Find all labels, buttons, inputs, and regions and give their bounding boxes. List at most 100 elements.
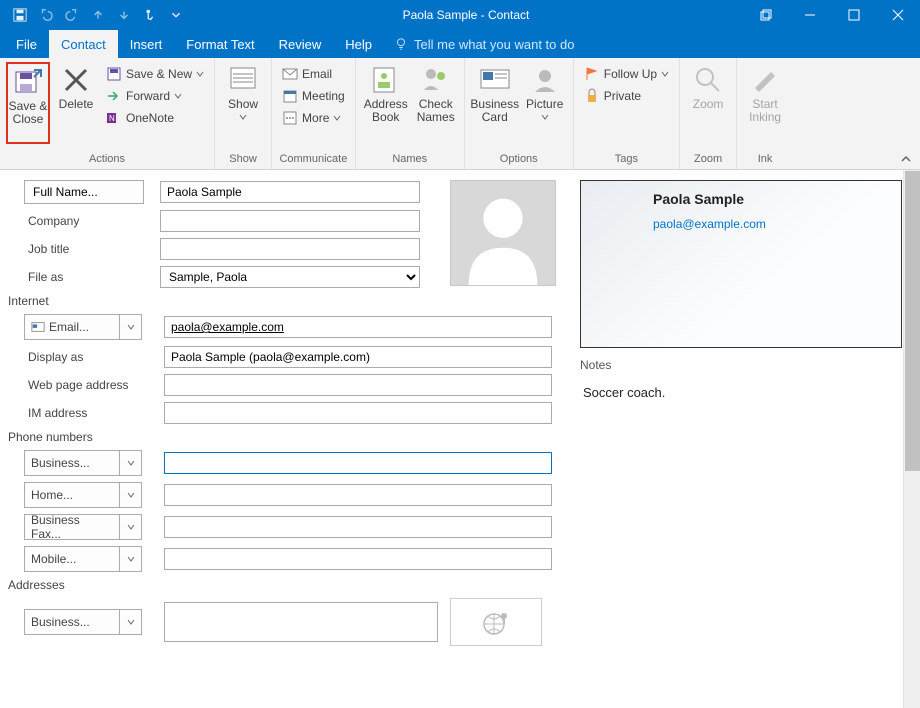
ribbon-tabs: File Contact Insert Format Text Review H… bbox=[0, 30, 920, 58]
window-title: Paola Sample - Contact bbox=[188, 8, 744, 22]
contact-photo[interactable] bbox=[450, 180, 556, 286]
email-type-button[interactable]: Email... bbox=[24, 314, 120, 340]
tab-review[interactable]: Review bbox=[267, 30, 334, 58]
group-actions: Save & Close Delete Save & New Forward bbox=[0, 58, 215, 169]
phone-fax-dropdown[interactable] bbox=[120, 514, 142, 540]
onenote-button[interactable]: N OneNote bbox=[102, 108, 208, 128]
ink-icon bbox=[749, 64, 781, 96]
zoom-icon bbox=[692, 64, 724, 96]
collapse-ribbon-button[interactable] bbox=[900, 153, 912, 165]
vertical-scrollbar[interactable] bbox=[903, 170, 920, 708]
quick-access-toolbar bbox=[0, 3, 188, 27]
email-type-dropdown[interactable] bbox=[120, 314, 142, 340]
lock-icon bbox=[584, 88, 600, 104]
group-ink: Start Inking Ink bbox=[737, 58, 793, 169]
minimize-button[interactable] bbox=[788, 0, 832, 30]
web-page-label: Web page address bbox=[4, 378, 144, 392]
follow-up-button[interactable]: Follow Up bbox=[580, 64, 673, 84]
tab-insert[interactable]: Insert bbox=[118, 30, 175, 58]
phone-fax-button[interactable]: Business Fax... bbox=[24, 514, 120, 540]
popout-button[interactable] bbox=[744, 0, 788, 30]
full-name-input[interactable] bbox=[160, 181, 420, 203]
phone-home-button[interactable]: Home... bbox=[24, 482, 120, 508]
meeting-icon bbox=[282, 88, 298, 104]
tab-file[interactable]: File bbox=[4, 30, 49, 58]
address-business-button[interactable]: Business... bbox=[24, 609, 120, 635]
phone-business-button[interactable]: Business... bbox=[24, 450, 120, 476]
chevron-down-icon bbox=[127, 555, 135, 563]
business-card-button[interactable]: Business Card bbox=[471, 62, 519, 144]
web-page-input[interactable] bbox=[164, 374, 552, 396]
save-and-close-button[interactable]: Save & Close bbox=[6, 62, 50, 144]
save-icon-button[interactable] bbox=[8, 3, 32, 27]
tab-help[interactable]: Help bbox=[333, 30, 384, 58]
more-button[interactable]: More bbox=[278, 108, 349, 128]
tell-me-label: Tell me what you want to do bbox=[414, 37, 574, 52]
job-title-input[interactable] bbox=[160, 238, 420, 260]
map-button[interactable] bbox=[450, 598, 542, 646]
private-button[interactable]: Private bbox=[580, 86, 673, 106]
tab-format-text[interactable]: Format Text bbox=[174, 30, 266, 58]
address-book-button[interactable]: Address Book bbox=[362, 62, 410, 144]
email-input[interactable] bbox=[164, 316, 552, 338]
close-icon bbox=[892, 9, 904, 21]
touch-icon bbox=[143, 8, 157, 22]
address-business-input[interactable] bbox=[164, 602, 438, 642]
window-controls bbox=[744, 0, 920, 30]
phone-business-input[interactable] bbox=[164, 452, 552, 474]
file-as-select[interactable]: Sample, Paola bbox=[160, 266, 420, 288]
business-card-preview[interactable]: Paola Sample paola@example.com bbox=[580, 180, 902, 348]
phone-business-dropdown[interactable] bbox=[120, 450, 142, 476]
chevron-down-icon bbox=[661, 70, 669, 78]
show-button[interactable]: Show bbox=[221, 62, 265, 144]
maximize-button[interactable] bbox=[832, 0, 876, 30]
delete-button[interactable]: Delete bbox=[54, 62, 98, 144]
card-icon bbox=[31, 320, 45, 334]
start-inking-button[interactable]: Start Inking bbox=[743, 62, 787, 144]
company-label: Company bbox=[4, 214, 144, 228]
display-as-input[interactable] bbox=[164, 346, 552, 368]
forward-button[interactable]: Forward bbox=[102, 86, 208, 106]
email-button[interactable]: Email bbox=[278, 64, 349, 84]
job-title-label: Job title bbox=[4, 242, 144, 256]
meeting-button[interactable]: Meeting bbox=[278, 86, 349, 106]
picture-button[interactable]: Picture bbox=[523, 62, 567, 144]
phone-mobile-input[interactable] bbox=[164, 548, 552, 570]
notes-textarea[interactable]: Soccer coach. bbox=[580, 378, 908, 518]
left-pane: Full Name... Company Job title File as S… bbox=[0, 170, 570, 708]
group-tags: Follow Up Private Tags bbox=[574, 58, 680, 169]
full-name-button[interactable]: Full Name... bbox=[24, 180, 144, 204]
zoom-button[interactable]: Zoom bbox=[686, 62, 730, 144]
redo-icon bbox=[65, 8, 79, 22]
company-input[interactable] bbox=[160, 210, 420, 232]
chevron-down-icon bbox=[127, 323, 135, 331]
phone-home-input[interactable] bbox=[164, 484, 552, 506]
phone-mobile-button[interactable]: Mobile... bbox=[24, 546, 120, 572]
touch-mode-button[interactable] bbox=[138, 3, 162, 27]
save-new-button[interactable]: Save & New bbox=[102, 64, 208, 84]
internet-section-label: Internet bbox=[4, 294, 564, 308]
group-show: Show Show bbox=[215, 58, 272, 169]
phone-mobile-dropdown[interactable] bbox=[120, 546, 142, 572]
close-button[interactable] bbox=[876, 0, 920, 30]
customize-qat-button[interactable] bbox=[164, 3, 188, 27]
check-names-button[interactable]: Check Names bbox=[414, 62, 458, 144]
address-book-icon bbox=[370, 64, 402, 96]
chevron-down-icon bbox=[196, 70, 204, 78]
undo-button[interactable] bbox=[34, 3, 58, 27]
redo-button[interactable] bbox=[60, 3, 84, 27]
next-item-button[interactable] bbox=[112, 3, 136, 27]
phone-fax-input[interactable] bbox=[164, 516, 552, 538]
phone-home-dropdown[interactable] bbox=[120, 482, 142, 508]
scrollbar-thumb[interactable] bbox=[905, 171, 920, 471]
previous-item-button[interactable] bbox=[86, 3, 110, 27]
im-address-input[interactable] bbox=[164, 402, 552, 424]
contact-form: Full Name... Company Job title File as S… bbox=[0, 170, 920, 708]
tell-me-search[interactable]: Tell me what you want to do bbox=[394, 30, 574, 58]
save-icon bbox=[13, 8, 27, 22]
tab-contact[interactable]: Contact bbox=[49, 30, 118, 58]
file-as-label: File as bbox=[4, 270, 144, 284]
address-business-dropdown[interactable] bbox=[120, 609, 142, 635]
phone-section-label: Phone numbers bbox=[4, 430, 564, 444]
card-name: Paola Sample bbox=[653, 191, 889, 207]
